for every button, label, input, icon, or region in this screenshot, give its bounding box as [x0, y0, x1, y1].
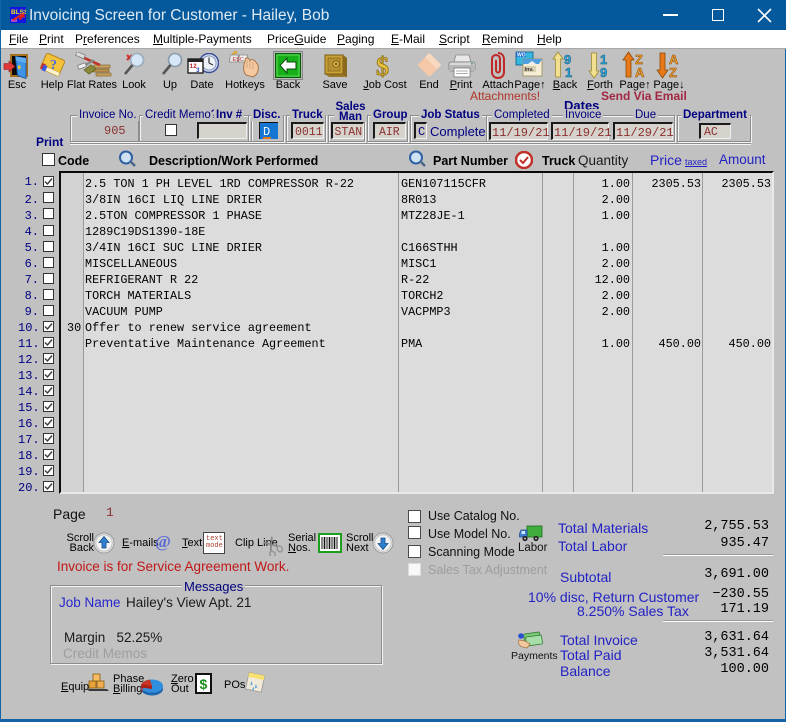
svg-text:3: 3: [196, 67, 200, 74]
svg-text:$: $: [376, 52, 389, 80]
svg-text:WO: WO: [517, 53, 526, 59]
svg-text:1: 1: [565, 65, 572, 79]
svg-text:?: ?: [50, 58, 57, 73]
svg-text:Inv.: Inv.: [525, 67, 535, 73]
svg-text:Z: Z: [669, 65, 677, 79]
svg-text:ESC: ESC: [233, 57, 244, 63]
svg-text:9: 9: [600, 65, 607, 79]
svg-text:A: A: [635, 65, 645, 79]
